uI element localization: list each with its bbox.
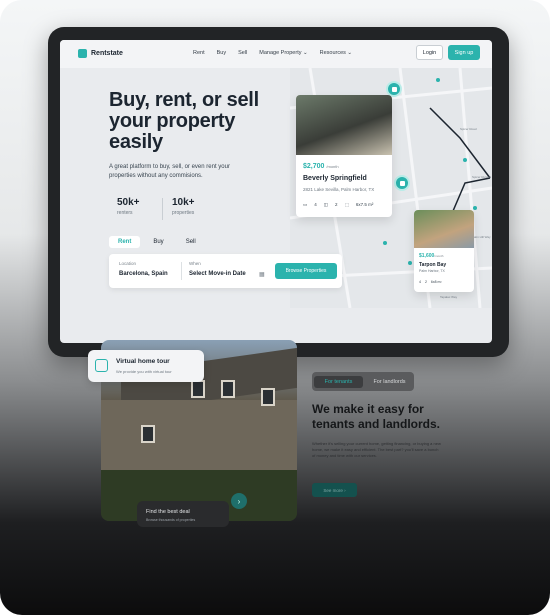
tab-for-landlords[interactable]: For landlords <box>365 379 414 385</box>
beds-count: 4 <box>419 280 421 284</box>
browse-properties-button[interactable]: Browse Properties <box>275 263 337 279</box>
search-divider <box>181 262 182 280</box>
nav-item-sell[interactable]: Sell <box>238 50 247 56</box>
tour-subtitle: We provide you with virtual tour <box>116 369 172 374</box>
listing-card-small[interactable]: $1,600/month Tarpon Bay Palm Harbor, TX … <box>414 210 474 292</box>
street-label: Spicer Road <box>460 127 477 131</box>
listing-type-tabs: Rent Buy Sell <box>109 236 205 248</box>
listing-features: 4 2 6x8 m² <box>419 280 442 284</box>
when-label: When <box>189 261 201 266</box>
baths-count: 2 <box>424 280 427 284</box>
bed-icon: ▭ <box>303 202 308 207</box>
tab-sell[interactable]: Sell <box>177 236 205 248</box>
nav-item-manage-property[interactable]: Manage Property ⌄ <box>259 50 307 56</box>
deal-subtitle: Browse thousands of properties <box>146 518 196 522</box>
search-panel: Location Barcelona, Spain When Select Mo… <box>109 254 342 288</box>
price-unit: /month <box>434 254 444 258</box>
calendar-icon[interactable]: ▦ <box>259 271 265 278</box>
tour-title: Virtual home tour <box>116 358 170 365</box>
area-size: 6x8 m² <box>430 280 442 284</box>
listing-photo <box>414 210 474 248</box>
beds-count: 4 <box>314 202 317 207</box>
tablet-frame: Spicer Road Spicer Ruland Baker Road Pal… <box>48 27 509 357</box>
listing-price: $1,600/month <box>419 253 443 259</box>
nav-item-resources[interactable]: Resources ⌄ <box>320 50 352 56</box>
stat-value: 50k+ <box>117 197 140 208</box>
arrow-icon[interactable]: › <box>231 493 247 509</box>
listing-address: 2821 Lake Sevilla, Palm Harbor, TX <box>303 187 375 192</box>
house-icon <box>78 49 87 58</box>
stat-label: renters <box>117 210 133 216</box>
bath-icon: ◫ <box>323 202 329 207</box>
listing-features: ▭ 4 ◫ 2 ⬚ 6x7.5 m² <box>303 202 373 208</box>
tablet-screen: Spicer Road Spicer Ruland Baker Road Pal… <box>60 40 492 343</box>
showcase-background: Spicer Road Spicer Ruland Baker Road Pal… <box>0 0 550 615</box>
nav-item-buy[interactable]: Buy <box>217 50 226 56</box>
stat-value: 10k+ <box>172 197 195 208</box>
tab-buy[interactable]: Buy <box>144 236 172 248</box>
house-window <box>261 388 275 406</box>
street-label: Spicer Ruland <box>472 175 491 179</box>
login-button[interactable]: Login <box>416 45 443 60</box>
brand-logo[interactable]: Rentstate <box>78 49 123 58</box>
stat-renters: 50k+ renters <box>117 197 140 216</box>
tab-rent[interactable]: Rent <box>109 236 141 248</box>
price-unit: /month <box>326 164 339 169</box>
best-deal-badge[interactable]: Find the best deal Browse thousands of p… <box>137 501 229 527</box>
area-size: 6x7.5 m² <box>355 202 374 207</box>
top-navbar: Rentstate Rent Buy Sell Manage Property … <box>60 40 492 68</box>
house-window <box>191 380 205 398</box>
house-window <box>141 425 155 443</box>
listing-photo <box>296 95 392 155</box>
location-field[interactable]: Barcelona, Spain <box>119 271 168 277</box>
listing-card-main[interactable]: $2,700 /month Beverly Springfield 2821 L… <box>296 95 392 217</box>
signup-button[interactable]: Sign up <box>448 45 480 60</box>
stat-label: properties <box>172 210 195 216</box>
section-description: Whether it's selling your current home, … <box>312 441 441 458</box>
see-more-button[interactable]: See more › <box>312 483 357 497</box>
listing-name: Beverly Springfield <box>303 175 367 182</box>
price-value: $2,700 <box>303 163 325 170</box>
house-wall <box>101 400 297 470</box>
street-label: Tapalac Way <box>440 295 458 299</box>
stat-divider <box>162 198 163 220</box>
hero-title: Buy, rent, or sell your property easily <box>109 89 259 153</box>
stat-properties: 10k+ properties <box>172 197 195 216</box>
price-value: $1,600 <box>419 253 435 259</box>
hero-subtitle: A great platform to buy, sell, or even r… <box>109 164 230 179</box>
location-label: Location <box>119 261 137 266</box>
tab-for-tenants[interactable]: For tenants <box>314 375 363 388</box>
nav-menu: Rent Buy Sell Manage Property ⌄ Resource… <box>193 50 352 56</box>
tour-icon <box>95 359 108 372</box>
listing-name: Tarpon Bay <box>419 262 447 268</box>
listing-address: Palm Harbor, TX <box>419 269 445 273</box>
listing-price: $2,700 /month <box>303 163 339 170</box>
nav-item-rent[interactable]: Rent <box>193 50 205 56</box>
map-pin-icon[interactable] <box>394 175 410 191</box>
audience-toggle: For tenants For landlords <box>312 372 414 391</box>
baths-count: 2 <box>335 202 338 207</box>
virtual-tour-badge[interactable]: Virtual home tour We provide you with vi… <box>88 350 204 382</box>
move-in-date-field[interactable]: Select Move-in Date <box>189 271 246 277</box>
area-icon: ⬚ <box>344 202 349 207</box>
section-title: We make it easy for tenants and landlord… <box>312 402 441 431</box>
deal-title: Find the best deal <box>146 509 190 515</box>
street-label: Palm Hill Way <box>472 235 491 239</box>
house-window <box>221 380 235 398</box>
brand-name: Rentstate <box>91 50 123 57</box>
